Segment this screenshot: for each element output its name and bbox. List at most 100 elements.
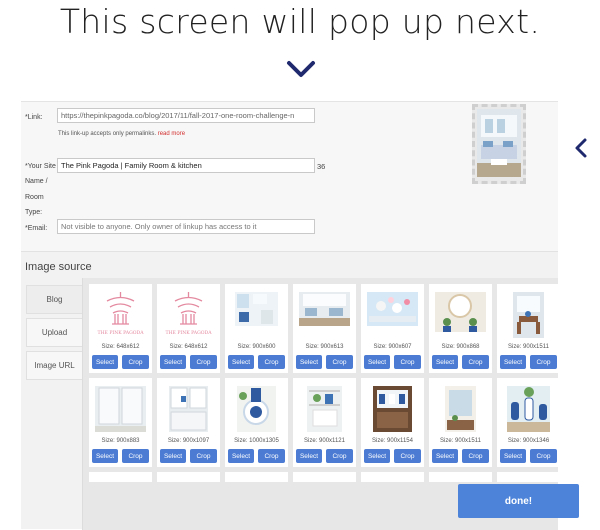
select-button[interactable]: Select bbox=[160, 355, 186, 369]
tab-blog[interactable]: Blog bbox=[26, 285, 83, 314]
link-note: This link-up accepts only permalinks. re… bbox=[58, 131, 185, 137]
image-card[interactable] bbox=[429, 472, 492, 482]
logo-caption: THE PINK PAGODA bbox=[97, 330, 144, 336]
image-size-label: Size: 900x1511 bbox=[508, 344, 549, 350]
image-card[interactable]: Size: 900x600 Select Crop bbox=[225, 284, 288, 373]
select-button[interactable]: Select bbox=[160, 449, 186, 463]
crop-button[interactable]: Crop bbox=[258, 449, 285, 463]
image-size-label: Size: 900x1511 bbox=[440, 438, 481, 444]
image-card[interactable] bbox=[293, 472, 356, 482]
image-card[interactable]: Size: 900x868 Select Crop bbox=[429, 284, 492, 373]
crop-button[interactable]: Crop bbox=[394, 449, 421, 463]
select-button[interactable]: Select bbox=[92, 449, 118, 463]
crop-button[interactable]: Crop bbox=[530, 355, 557, 369]
select-button[interactable]: Select bbox=[364, 355, 390, 369]
blog-image-thumbnail[interactable] bbox=[95, 382, 146, 436]
done-button[interactable]: done! bbox=[458, 484, 579, 518]
select-button[interactable]: Select bbox=[92, 355, 118, 369]
blog-image-thumbnail[interactable] bbox=[367, 288, 418, 342]
image-size-label: Size: 900x1121 bbox=[304, 438, 345, 444]
select-button[interactable]: Select bbox=[364, 449, 390, 463]
link-note-text: This link-up accepts only permalinks. bbox=[58, 131, 157, 137]
read-more-link[interactable]: read more bbox=[158, 131, 185, 137]
blog-image-thumbnail[interactable] bbox=[299, 288, 350, 342]
image-card[interactable]: THE PINK PAGODA Size: 648x612 Select Crop bbox=[89, 284, 152, 373]
image-size-label: Size: 900x883 bbox=[101, 438, 140, 444]
blog-image-thumbnail[interactable] bbox=[503, 382, 554, 436]
image-source-title: Image source bbox=[25, 261, 92, 273]
crop-button[interactable]: Crop bbox=[122, 355, 149, 369]
site-input[interactable]: The Pink Pagoda | Family Room & kitchen bbox=[57, 158, 315, 173]
tab-image-url[interactable]: Image URL bbox=[26, 351, 83, 380]
select-button[interactable]: Select bbox=[228, 449, 254, 463]
email-input[interactable]: Not visible to anyone. Only owner of lin… bbox=[57, 219, 315, 234]
select-button[interactable]: Select bbox=[296, 355, 322, 369]
image-card[interactable]: Size: 900x607 Select Crop bbox=[361, 284, 424, 373]
blog-image-thumbnail[interactable] bbox=[435, 382, 486, 436]
select-button[interactable]: Select bbox=[500, 449, 526, 463]
select-button[interactable]: Select bbox=[432, 449, 458, 463]
image-card[interactable] bbox=[225, 472, 288, 482]
site-char-count: 36 bbox=[317, 162, 326, 171]
tab-upload[interactable]: Upload bbox=[26, 318, 83, 347]
crop-button[interactable]: Crop bbox=[326, 449, 353, 463]
crop-button[interactable]: Crop bbox=[462, 355, 489, 369]
blog-image-thumbnail[interactable] bbox=[299, 382, 350, 436]
crop-button[interactable]: Crop bbox=[258, 355, 285, 369]
image-size-label: Size: 900x613 bbox=[305, 344, 344, 350]
room-label: Room bbox=[25, 194, 44, 201]
link-label: *Link: bbox=[25, 114, 43, 121]
chevron-down-icon bbox=[287, 61, 315, 77]
image-card[interactable] bbox=[89, 472, 152, 482]
linkup-form: *Link: https://thepinkpagoda.co/blog/201… bbox=[21, 102, 558, 252]
select-button[interactable]: Select bbox=[432, 355, 458, 369]
pink-pagoda-logo-image[interactable]: THE PINK PAGODA bbox=[95, 288, 146, 342]
image-card[interactable]: Size: 900x1097 Select Crop bbox=[157, 378, 220, 467]
thumbnail-room-image bbox=[477, 109, 521, 177]
link-input[interactable]: https://thepinkpagoda.co/blog/2017/11/fa… bbox=[57, 108, 315, 123]
blog-image-thumbnail[interactable] bbox=[231, 382, 282, 436]
blog-image-thumbnail[interactable] bbox=[231, 288, 282, 342]
blog-image-thumbnail[interactable] bbox=[367, 382, 418, 436]
blog-image-thumbnail[interactable] bbox=[163, 382, 214, 436]
crop-button[interactable]: Crop bbox=[462, 449, 489, 463]
select-button[interactable]: Select bbox=[500, 355, 526, 369]
image-card[interactable]: Size: 900x883 Select Crop bbox=[89, 378, 152, 467]
image-card[interactable]: Size: 900x1121 Select Crop bbox=[293, 378, 356, 467]
logo-caption: THE PINK PAGODA bbox=[165, 330, 212, 336]
image-size-label: Size: 648x612 bbox=[101, 344, 140, 350]
crop-button[interactable]: Crop bbox=[122, 449, 149, 463]
image-source-tabs: Blog Upload Image URL bbox=[26, 285, 83, 384]
crop-button[interactable]: Crop bbox=[190, 449, 217, 463]
type-label: Type: bbox=[25, 209, 43, 216]
blog-image-thumbnail[interactable] bbox=[503, 288, 554, 342]
pink-pagoda-logo-image[interactable]: THE PINK PAGODA bbox=[163, 288, 214, 342]
select-button[interactable]: Select bbox=[228, 355, 254, 369]
site-label: *Your Site bbox=[25, 163, 56, 170]
image-card[interactable]: Size: 900x1154 Select Crop bbox=[361, 378, 424, 467]
name-label: Name / bbox=[25, 178, 48, 185]
image-card[interactable]: Size: 900x1511 Select Crop bbox=[497, 284, 558, 373]
image-card[interactable]: Size: 900x1511 Select Crop bbox=[429, 378, 492, 467]
select-button[interactable]: Select bbox=[296, 449, 322, 463]
blog-image-thumbnail[interactable] bbox=[435, 288, 486, 342]
image-card[interactable]: Size: 1000x1305 Select Crop bbox=[225, 378, 288, 467]
image-card[interactable] bbox=[361, 472, 424, 482]
crop-button[interactable]: Crop bbox=[190, 355, 217, 369]
crop-button[interactable]: Crop bbox=[394, 355, 421, 369]
image-size-label: Size: 1000x1305 bbox=[234, 438, 279, 444]
image-size-label: Size: 900x1154 bbox=[372, 438, 413, 444]
image-size-label: Size: 900x1346 bbox=[507, 438, 550, 444]
crop-button[interactable]: Crop bbox=[530, 449, 557, 463]
image-card[interactable] bbox=[157, 472, 220, 482]
crop-button[interactable]: Crop bbox=[326, 355, 353, 369]
image-size-label: Size: 900x600 bbox=[237, 344, 276, 350]
image-grid-row-partial bbox=[89, 472, 558, 482]
image-card[interactable]: Size: 900x1346 Select Crop bbox=[497, 378, 558, 467]
image-card[interactable]: Size: 900x613 Select Crop bbox=[293, 284, 356, 373]
chevron-left-icon[interactable] bbox=[573, 137, 589, 159]
image-card[interactable]: THE PINK PAGODA Size: 648x612 Select Crop bbox=[157, 284, 220, 373]
image-card[interactable] bbox=[497, 472, 558, 482]
image-grid-row: THE PINK PAGODA Size: 648x612 Select Crop TH… bbox=[89, 284, 558, 373]
image-size-label: Size: 900x607 bbox=[373, 344, 412, 350]
